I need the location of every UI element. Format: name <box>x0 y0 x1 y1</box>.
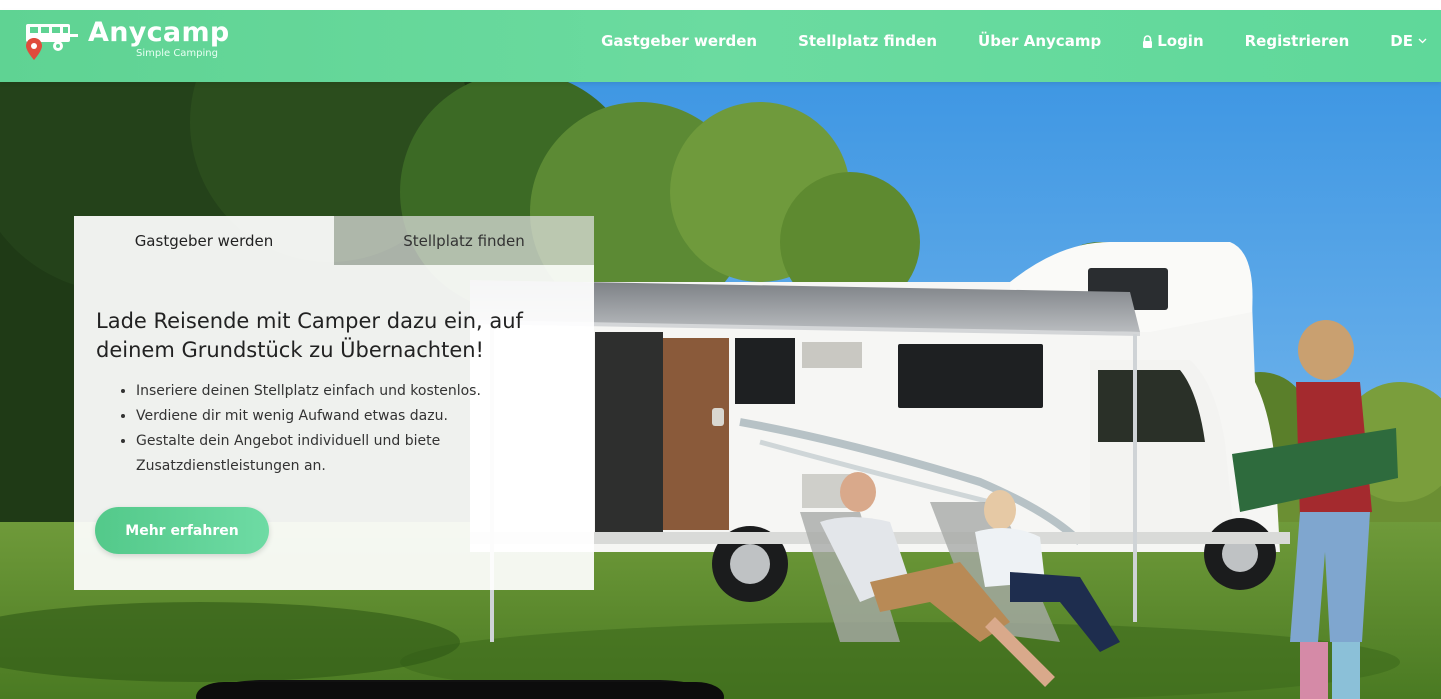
tab-become-host[interactable]: Gastgeber werden <box>74 216 334 265</box>
brand-name: Anycamp <box>88 17 230 48</box>
list-item: Verdiene dir mit wenig Aufwand etwas daz… <box>136 404 572 429</box>
brand-logo-link[interactable]: Anycamp Simple Camping <box>22 16 230 66</box>
nav-link-login[interactable]: Login <box>1142 32 1204 50</box>
tab-find-spot[interactable]: Stellplatz finden <box>334 216 594 265</box>
benefit-list: Inseriere deinen Stellplatz einfach und … <box>96 379 572 479</box>
navbar: Anycamp Simple Camping Gastgeber werden … <box>0 10 1441 82</box>
list-item: Inseriere deinen Stellplatz einfach und … <box>136 379 572 404</box>
language-label: DE <box>1390 32 1413 50</box>
top-strip <box>0 0 1441 10</box>
learn-more-button[interactable]: Mehr erfahren <box>95 507 269 554</box>
brand-tagline: Simple Camping <box>136 48 218 59</box>
card-body: Lade Reisende mit Camper dazu ein, auf d… <box>74 265 594 590</box>
chevron-down-icon <box>1418 38 1427 44</box>
card-tabs: Gastgeber werden Stellplatz finden <box>74 216 594 265</box>
lock-icon <box>1143 34 1153 48</box>
host-info-card: Gastgeber werden Stellplatz finden Lade … <box>74 216 594 590</box>
nav-link-host[interactable]: Gastgeber werden <box>601 32 757 50</box>
nav-link-find-spot[interactable]: Stellplatz finden <box>798 32 937 50</box>
nav-login-label: Login <box>1157 32 1204 50</box>
list-item: Gestalte dein Angebot individuell und bi… <box>136 429 572 479</box>
nav-link-register[interactable]: Registrieren <box>1245 32 1350 50</box>
main-nav: Gastgeber werden Stellplatz finden Über … <box>560 10 1427 72</box>
card-title: Lade Reisende mit Camper dazu ein, auf d… <box>96 309 523 362</box>
caravan-logo-icon <box>26 24 78 60</box>
nav-link-about[interactable]: Über Anycamp <box>978 32 1101 50</box>
language-selector[interactable]: DE <box>1390 32 1427 50</box>
